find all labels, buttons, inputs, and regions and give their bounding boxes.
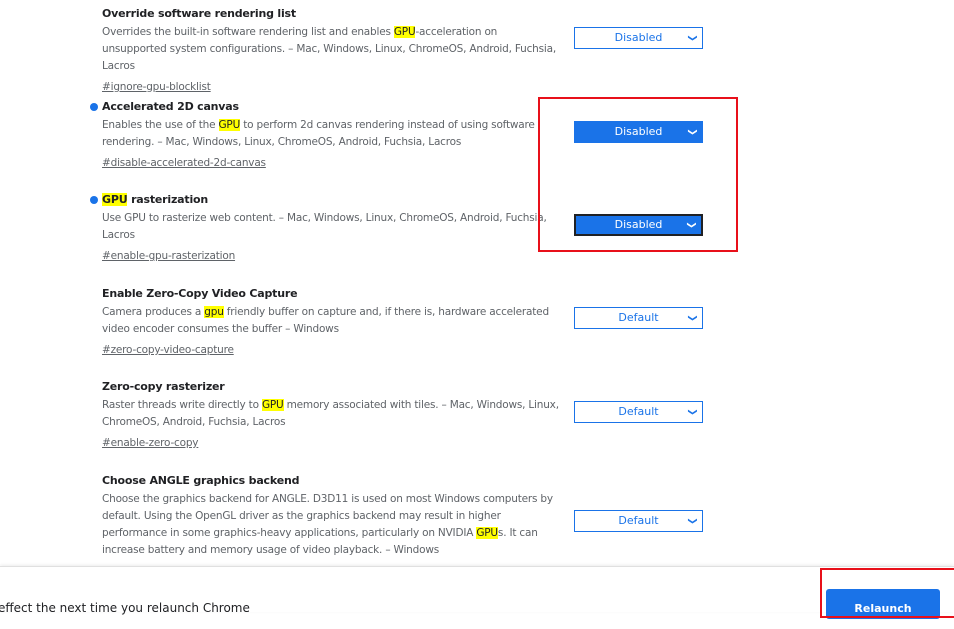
description-text: Raster threads write directly to bbox=[102, 399, 262, 411]
search-highlight: GPU bbox=[218, 119, 241, 131]
select-value: Disabled bbox=[614, 218, 663, 231]
flag-state-select[interactable]: Default ❯ bbox=[574, 510, 703, 532]
chevron-down-icon: ❯ bbox=[687, 128, 698, 136]
flag-title: Override software rendering list bbox=[102, 5, 562, 22]
flag-state-select[interactable]: Disabled ❯ bbox=[574, 27, 703, 49]
flag-title: Choose ANGLE graphics backend bbox=[102, 472, 562, 489]
search-highlight: GPU bbox=[102, 193, 128, 206]
flag-permalink[interactable]: #zero-copy-video-capture bbox=[102, 342, 234, 359]
relaunch-bar: effect the next time you relaunch Chrome… bbox=[0, 566, 954, 619]
select-value: Default bbox=[618, 514, 659, 527]
modified-indicator-icon bbox=[90, 103, 98, 111]
flag-item: Zero-copy rasterizer Raster threads write… bbox=[102, 378, 562, 452]
description-text: Enables the use of the bbox=[102, 119, 219, 131]
select-value: Disabled bbox=[614, 31, 663, 44]
select-value: Disabled bbox=[614, 125, 663, 138]
flag-title: Accelerated 2D canvas bbox=[102, 98, 562, 115]
flag-description: Use GPU to rasterize web content. – Mac,… bbox=[102, 210, 562, 244]
flag-title: Zero-copy rasterizer bbox=[102, 378, 562, 395]
relaunch-message: effect the next time you relaunch Chrome bbox=[0, 601, 250, 615]
flag-state-select[interactable]: Disabled ❯ bbox=[574, 121, 703, 143]
title-text: Override software rendering list bbox=[102, 7, 296, 20]
flag-state-select[interactable]: Default ❯ bbox=[574, 307, 703, 329]
flag-item: Override software rendering list Override… bbox=[102, 5, 562, 96]
search-highlight: GPU bbox=[261, 399, 284, 411]
description-text: Use GPU to rasterize web content. – Mac,… bbox=[102, 212, 547, 241]
flag-description: Raster threads write directly to GPU mem… bbox=[102, 397, 562, 431]
flag-description: Enables the use of the GPU to perform 2d… bbox=[102, 117, 562, 151]
search-highlight: GPU bbox=[476, 527, 498, 539]
chevron-down-icon: ❯ bbox=[686, 221, 697, 229]
chevron-down-icon: ❯ bbox=[687, 34, 698, 42]
flag-description: Overrides the built-in software renderin… bbox=[102, 24, 562, 75]
modified-indicator-icon bbox=[90, 196, 98, 204]
flag-description: Camera produces a gpu friendly buffer on… bbox=[102, 304, 562, 338]
flag-permalink[interactable]: #ignore-gpu-blocklist bbox=[102, 79, 211, 96]
title-text: Zero-copy rasterizer bbox=[102, 380, 225, 393]
search-highlight: gpu bbox=[204, 306, 224, 318]
chevron-down-icon: ❯ bbox=[687, 517, 698, 525]
chevron-down-icon: ❯ bbox=[687, 408, 698, 416]
flag-permalink[interactable]: #enable-gpu-rasterization bbox=[102, 248, 235, 265]
flag-description: Choose the graphics backend for ANGLE. D… bbox=[102, 491, 562, 559]
flag-permalink[interactable]: #enable-zero-copy bbox=[102, 435, 199, 452]
flag-permalink[interactable]: #disable-accelerated-2d-canvas bbox=[102, 155, 266, 172]
search-highlight: GPU bbox=[393, 26, 416, 38]
flag-state-select[interactable]: Disabled ❯ bbox=[574, 214, 703, 236]
flag-item: Enable Zero-Copy Video Capture Camera pro… bbox=[102, 285, 562, 359]
description-text: Camera produces a bbox=[102, 306, 205, 318]
select-value: Default bbox=[618, 311, 659, 324]
description-text: Overrides the built-in software renderin… bbox=[102, 26, 394, 38]
title-text: rasterization bbox=[127, 193, 209, 206]
relaunch-button[interactable]: Relaunch bbox=[826, 589, 940, 619]
chevron-down-icon: ❯ bbox=[687, 314, 698, 322]
select-value: Default bbox=[618, 405, 659, 418]
flag-title: Enable Zero-Copy Video Capture bbox=[102, 285, 562, 302]
title-text: Choose ANGLE graphics backend bbox=[102, 474, 300, 487]
flag-title: GPU rasterization bbox=[102, 191, 562, 208]
title-text: Enable Zero-Copy Video Capture bbox=[102, 287, 298, 300]
flag-state-select[interactable]: Default ❯ bbox=[574, 401, 703, 423]
title-text: Accelerated 2D canvas bbox=[102, 100, 239, 113]
flag-item: Accelerated 2D canvas Enables the use of … bbox=[90, 98, 562, 172]
flag-item: Choose ANGLE graphics backend Choose the … bbox=[102, 472, 562, 580]
flag-item: GPU rasterization Use GPU to rasterize we… bbox=[90, 191, 562, 265]
